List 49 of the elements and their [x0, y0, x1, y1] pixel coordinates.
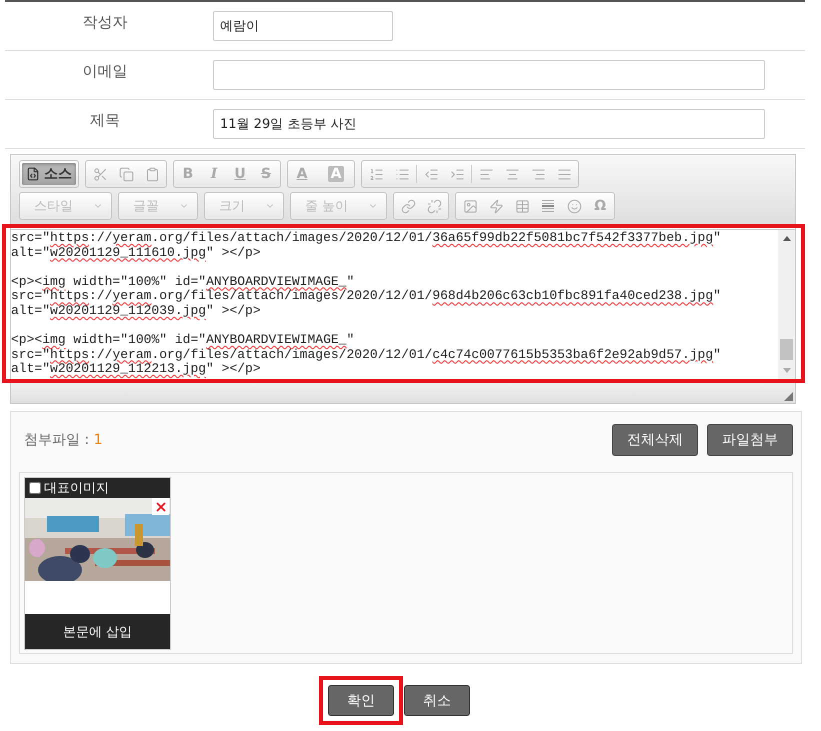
delete-button[interactable]	[152, 498, 169, 515]
copy-icon	[118, 166, 134, 182]
field-label: 작성자	[82, 12, 128, 32]
scrollbar[interactable]	[778, 230, 795, 379]
source-icon	[26, 167, 40, 181]
align-left-icon	[478, 166, 494, 182]
action-button[interactable]: 확인	[328, 685, 394, 716]
horizontal-rule-icon	[541, 199, 556, 213]
align-right-icon	[530, 166, 546, 182]
text-field[interactable]: 예람이	[213, 11, 393, 41]
text-field[interactable]: 11월 29일 초등부 사진	[213, 109, 765, 139]
indent-icon	[450, 166, 464, 182]
smiley-icon	[566, 198, 582, 214]
resize-grip-icon	[784, 392, 793, 401]
close-icon	[154, 500, 168, 514]
link-icon	[400, 198, 416, 214]
source-button[interactable]: 소스	[22, 163, 76, 185]
checkbox[interactable]	[29, 482, 41, 494]
underline-button[interactable]: U	[228, 163, 252, 185]
field-label: 이메일	[82, 62, 128, 80]
bold-button[interactable]: B	[176, 163, 200, 185]
lightning-icon	[488, 198, 504, 214]
unlink-icon	[426, 198, 442, 214]
toolbar-dropdown[interactable]: 크기	[207, 195, 281, 217]
special-button[interactable]: Ω	[588, 195, 612, 217]
toolbar-dropdown[interactable]: 줄 높이	[293, 195, 384, 217]
text-field[interactable]	[213, 60, 765, 90]
italic-button[interactable]: I	[202, 163, 226, 185]
align-center-icon	[504, 166, 520, 182]
checkbox-label: 대표이미지	[44, 480, 109, 497]
align-justify-icon	[556, 166, 572, 182]
panel-button[interactable]: 파일첨부	[707, 424, 793, 456]
outdent-icon	[424, 166, 438, 182]
attachment-count: 첨부파일 : 1	[24, 431, 103, 449]
image-icon	[462, 198, 478, 214]
source-textarea[interactable]: src="https://yeram.org/files/attach/images/2020/12/01/36a65f99db22f5081bc7f542f3377beb.jpg" alt="w20201129_111610.jpg" ></p> <p><img width="100%" id="ANYBOARDVIEWIMAGE_" src="https://yeram.org/files/attach/images/2020/12/01/968d4b206c63cb10fbc891fa40ced238.jpg" alt="w20201129_112039.jpg" ></p> <p><img width="100%" id="ANYBOARDVIEWIMAGE_" src="https://yeram.org/files/attach/images/2020/12/01/c4c74c0077615b5353ba6f2e92ab9d57.jpg" alt="w20201129_112213.jpg" ></p>	[11, 230, 778, 379]
strike-button[interactable]: S	[254, 163, 278, 185]
toolbar-dropdown[interactable]: 스타일	[22, 195, 109, 217]
toolbar-dropdown[interactable]: 글꼴	[121, 195, 195, 217]
bgcolor-button[interactable]: A	[328, 166, 344, 182]
action-button[interactable]: 취소	[404, 685, 470, 716]
field-label: 제목	[89, 110, 121, 130]
paste-icon	[144, 166, 160, 182]
table-icon	[514, 198, 530, 214]
insert-button[interactable]: 본문에 삽입	[25, 614, 170, 649]
textcolor-button[interactable]: A	[290, 163, 314, 185]
numbered-list-icon	[368, 166, 384, 182]
cut-icon	[92, 166, 108, 182]
panel-button[interactable]: 전체삭제	[612, 424, 698, 456]
